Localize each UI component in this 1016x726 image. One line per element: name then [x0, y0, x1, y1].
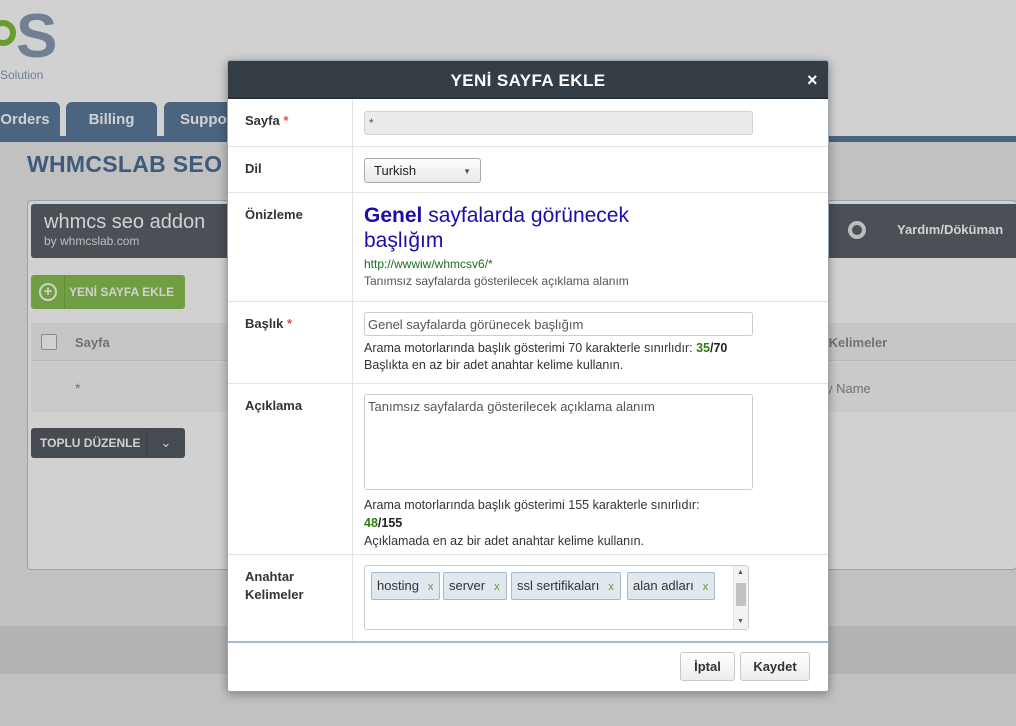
field-row-page: Sayfa * * [228, 99, 828, 147]
scroll-down-icon[interactable]: ▼ [737, 618, 744, 625]
field-label-description: Açıklama [245, 398, 303, 413]
keyword-tag: ssl sertifikaları x [511, 572, 621, 600]
tag-scrollbar[interactable]: ▲ ▼ [733, 566, 748, 629]
remove-tag-icon[interactable]: x [703, 581, 709, 593]
scroll-thumb[interactable] [736, 583, 746, 606]
title-input[interactable]: Genel sayfalarda görünecek başlığım [364, 312, 753, 336]
field-label-line: Kelimeler [245, 587, 304, 602]
description-textarea[interactable]: Tanımsız sayfalarda gösterilecek açıklam… [364, 394, 753, 490]
title-char-count: 35 [696, 341, 710, 355]
save-button[interactable]: Kaydet [740, 652, 810, 681]
field-label-cell: Sayfa * [228, 99, 353, 146]
title-char-max: 70 [713, 341, 728, 355]
caret-down-icon: ▼ [463, 167, 471, 176]
title-limit-text: Arama motorlarında başlık gösterimi 70 k… [364, 341, 697, 355]
description-char-count: 48 [364, 516, 378, 530]
modal-title: YENİ SAYFA EKLE [450, 71, 606, 90]
field-label-title: Başlık * [245, 315, 292, 333]
keyword-tag-input[interactable]: hosting x server x ssl sertifikaları x alan… [364, 565, 749, 630]
field-label-page: Sayfa * [245, 112, 288, 130]
keyword-tag: alan adları x [627, 572, 716, 600]
modal-footer: İptal Kaydet [228, 641, 828, 691]
keyword-tag-label: hosting [377, 578, 419, 593]
field-label-language: Dil [245, 161, 262, 176]
remove-tag-icon[interactable]: x [428, 581, 434, 593]
field-row-language: Dil Turkish ▼ [228, 147, 828, 193]
close-icon[interactable]: × [807, 71, 818, 89]
field-row-keywords: Anahtar Kelimeler hosting x server x ssl s… [228, 555, 828, 643]
description-count: 48/155 [364, 514, 402, 532]
title-keyword-hint: Başlıkta en az bir adet anahtar kelime k… [364, 358, 624, 372]
add-page-modal: YENİ SAYFA EKLE × Sayfa * * Dil Turkish … [227, 60, 829, 692]
description-limit-help: Arama motorlarında başlık gösterimi 155 … [364, 498, 700, 512]
field-row-description: Açıklama Tanımsız sayfalarda gösterilece… [228, 384, 828, 555]
keyword-tag-label: alan adları [633, 578, 694, 593]
keyword-tag-label: ssl sertifikaları [517, 578, 600, 593]
remove-tag-icon[interactable]: x [494, 581, 500, 593]
field-label-cell: Anahtar Kelimeler [228, 555, 353, 643]
preview-description: Tanımsız sayfalarda gösterilecek açıklam… [364, 274, 629, 288]
language-select-value: Turkish [374, 163, 417, 178]
field-label-cell: Önizleme [228, 193, 353, 301]
keyword-tag: server x [443, 572, 507, 600]
modal-header: YENİ SAYFA EKLE × [228, 61, 828, 99]
keyword-tag: hosting x [371, 572, 441, 600]
field-label-line: Anahtar [245, 569, 295, 584]
required-marker: * [286, 316, 292, 331]
required-marker: * [283, 113, 289, 128]
remove-tag-icon[interactable]: x [608, 581, 614, 593]
field-label-cell: Dil [228, 147, 353, 192]
language-select[interactable]: Turkish ▼ [364, 158, 481, 183]
field-label-text: Sayfa [245, 113, 280, 128]
field-label-preview: Önizleme [245, 207, 303, 222]
preview-url: http://wwwiw/whmcsv6/* [364, 257, 493, 271]
keyword-tag-label: server [449, 578, 486, 593]
field-label-keywords: Anahtar Kelimeler [245, 568, 304, 604]
description-char-max: 155 [381, 516, 403, 530]
preview-title-bold: Genel [364, 204, 423, 227]
cancel-button[interactable]: İptal [680, 652, 735, 681]
field-row-preview: Önizleme Genel sayfalarda görünecek başl… [228, 193, 828, 302]
field-label-text: Başlık [245, 316, 284, 331]
scroll-up-icon[interactable]: ▲ [737, 569, 744, 576]
field-label-cell: Açıklama [228, 384, 353, 554]
field-row-title: Başlık * Genel sayfalarda görünecek başl… [228, 302, 828, 384]
field-label-cell: Başlık * [228, 302, 353, 383]
preview-title: Genel sayfalarda görünecek başlığım [364, 203, 704, 253]
title-limit-help: Arama motorlarında başlık gösterimi 70 k… [364, 339, 727, 357]
description-keyword-hint: Açıklamada en az bir adet anahtar kelime… [364, 534, 645, 548]
page-input[interactable]: * [364, 111, 753, 135]
